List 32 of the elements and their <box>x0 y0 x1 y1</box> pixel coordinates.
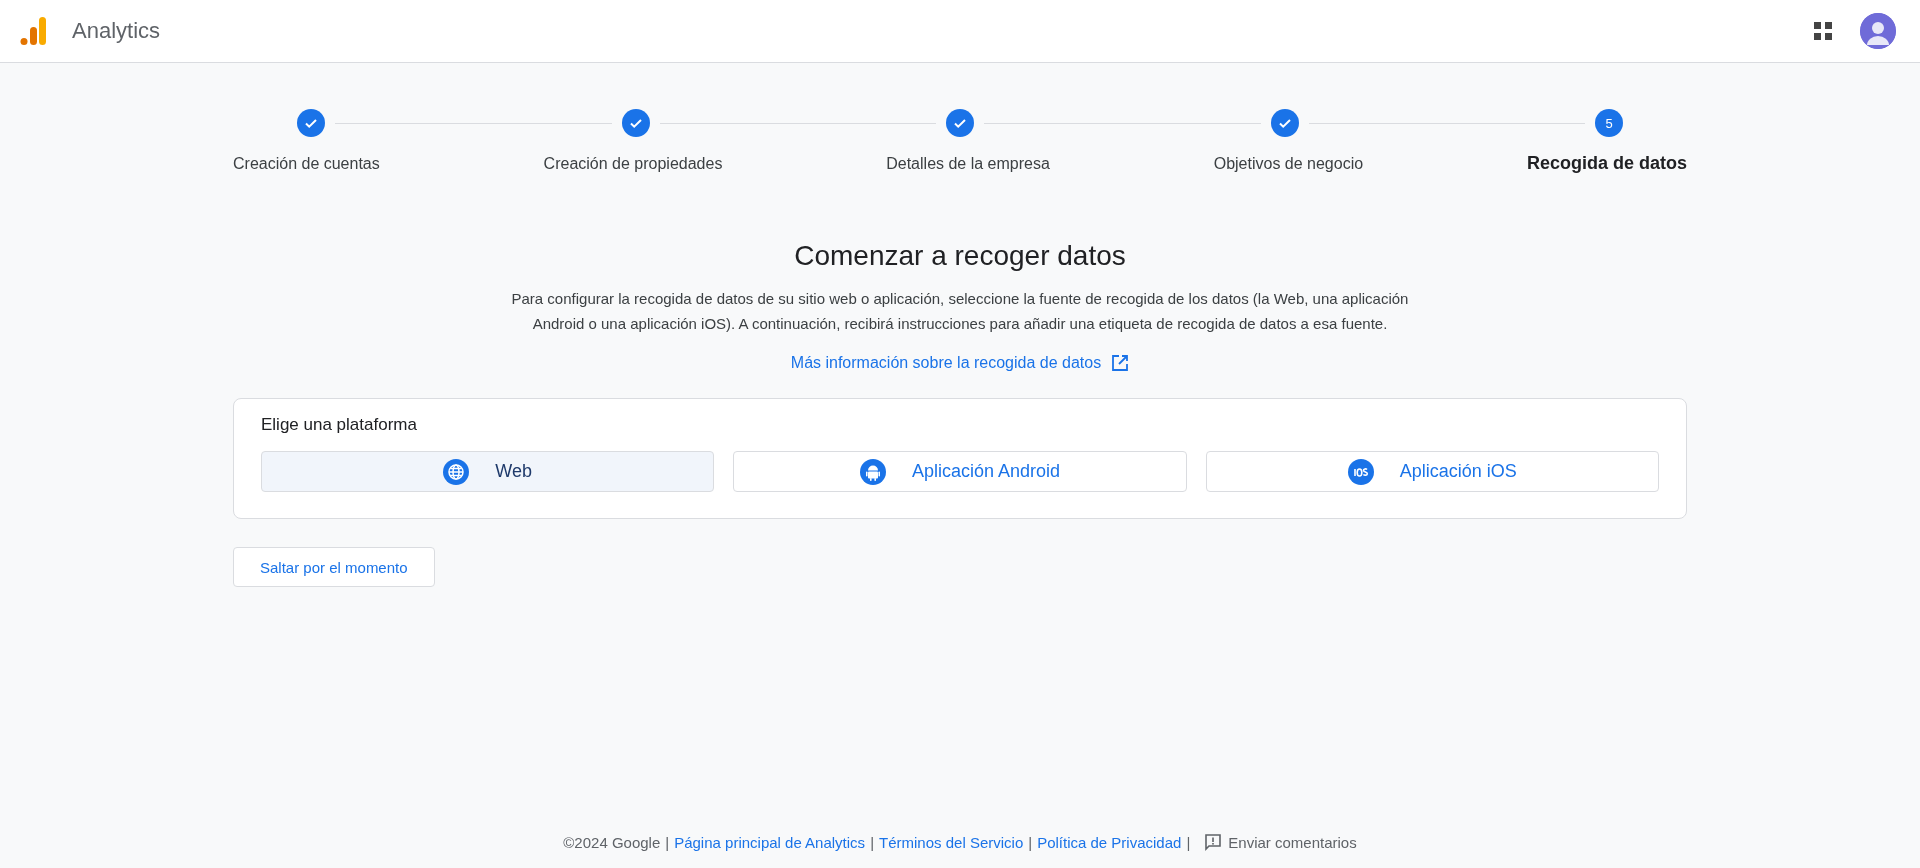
avatar-icon[interactable] <box>1860 13 1896 49</box>
separator: | <box>870 833 875 851</box>
skip-button[interactable]: Saltar por el momento <box>233 547 435 587</box>
separator: | <box>665 833 670 851</box>
platform-button[interactable]: Web <box>261 451 715 492</box>
feedback-icon[interactable] <box>1203 832 1224 852</box>
page-title: Comenzar a recoger datos <box>793 240 1127 272</box>
feedback-link[interactable]: Enviar comentarios <box>1228 833 1357 851</box>
android-icon <box>859 458 886 485</box>
step-label: Detalles de la empresa <box>886 154 1050 173</box>
apps-grid-icon[interactable] <box>1812 20 1834 42</box>
bar-chart-logo-icon[interactable] <box>18 16 48 46</box>
app-name: Analytics <box>72 18 161 44</box>
learn-more-link[interactable]: Más información sobre la recogida de datos <box>790 354 1130 372</box>
step-label: Recogida de datos <box>1526 153 1687 174</box>
footer-link[interactable]: Página principal de Analytics <box>674 833 866 851</box>
copyright: ©2024 Google <box>563 833 661 851</box>
ios-icon <box>1347 458 1374 485</box>
description: Para configurar la recogida de datos de su sitio web o aplicación, seleccione la fuente de recogida de los datos (la Web, una aplicación Android o una aplicación iOS). A continuación, recibirá instrucciones para añadir una etiqueta de recogida de datos a esa fuente. <box>510 289 1410 334</box>
card-heading: Elige una plataforma <box>261 415 418 435</box>
step-label: Creación de propiedades <box>543 154 723 173</box>
step-number: 5 <box>1595 109 1623 137</box>
globe-icon <box>443 458 470 485</box>
footer-link[interactable]: Términos del Servicio <box>879 833 1024 851</box>
external-link-icon <box>1111 354 1130 372</box>
platform-button[interactable]: Aplicación Android <box>733 451 1187 492</box>
footer-link[interactable]: Política de Privacidad <box>1037 833 1182 851</box>
separator: | <box>1186 833 1191 851</box>
separator: | <box>1028 833 1033 851</box>
step-label: Objetivos de negocio <box>1213 154 1364 173</box>
step-label: Creación de cuentas <box>233 154 380 173</box>
platform-button[interactable]: Aplicación iOS <box>1205 451 1659 492</box>
